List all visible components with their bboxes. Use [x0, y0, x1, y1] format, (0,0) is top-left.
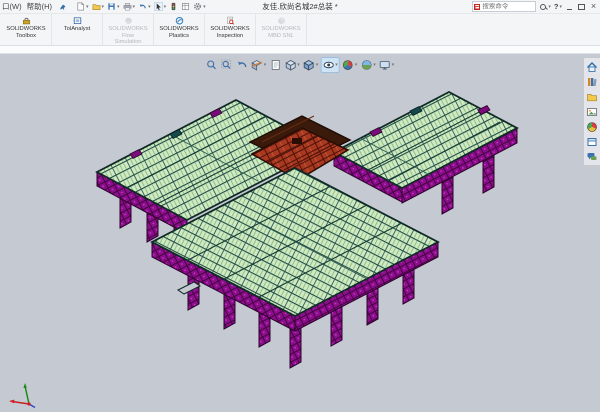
print-button[interactable]: ▾: [122, 1, 137, 12]
hide-show-items-button[interactable]: ▾: [320, 57, 340, 73]
search-icon: [539, 3, 547, 11]
zoom-to-fit-button[interactable]: [205, 58, 219, 72]
display-style-button[interactable]: ▾: [302, 58, 320, 72]
title-bar: 口(W) 帮助(H) ▾ ▾ ▾ ▾ ▾ ▾: [0, 0, 600, 14]
button-label: [256, 39, 306, 45]
restore-icon: [578, 4, 585, 10]
select-button[interactable]: ▾: [153, 1, 168, 12]
help-label: ?: [554, 2, 559, 11]
titlebar-right: ▾ ?▾ ×: [472, 0, 598, 13]
home-tab[interactable]: [586, 60, 599, 73]
edit-appearance-button[interactable]: ▾: [341, 58, 359, 72]
flow-simulation-icon: [122, 16, 135, 25]
design-library-tab[interactable]: [586, 75, 599, 88]
solidworks-flow-simulation-button[interactable]: SOLIDWORKS Flow Simulation: [103, 14, 154, 45]
search-input[interactable]: [482, 3, 528, 10]
minimize-icon: [567, 4, 572, 10]
mbd-snl-icon: [275, 16, 288, 25]
options-button[interactable]: ▾: [192, 1, 207, 12]
quick-access-toolbar: ▾ ▾ ▾ ▾ ▾ ▾ ▾: [75, 1, 207, 12]
new-document-button[interactable]: ▾: [75, 1, 90, 12]
origin-triad: [5, 380, 39, 410]
open-document-button[interactable]: ▾: [91, 1, 106, 12]
button-label: [1, 39, 51, 45]
file-explorer-tab[interactable]: [586, 90, 599, 103]
tolanalyst-icon: [71, 16, 84, 25]
pushpin-icon[interactable]: [59, 3, 67, 11]
button-label: [52, 39, 102, 45]
tolanalyst-button[interactable]: TolAnalyst: [52, 14, 103, 45]
rebuild-button[interactable]: [168, 1, 179, 12]
solidworks-plastics-button[interactable]: SOLIDWORKS Plastics: [154, 14, 205, 45]
solidworks-toolbox-button[interactable]: SOLIDWORKS Toolbox: [1, 14, 52, 45]
assembly-model-3d[interactable]: [0, 54, 600, 412]
model-right-wing[interactable]: [334, 92, 517, 214]
command-search[interactable]: [472, 1, 536, 12]
file-properties-button[interactable]: [180, 1, 191, 12]
menu-help[interactable]: 帮助(H): [27, 1, 52, 12]
task-pane-strip: [583, 57, 600, 166]
menu-bar: 口(W) 帮助(H): [0, 1, 67, 12]
apply-scene-button[interactable]: ▾: [359, 58, 377, 72]
heads-up-view-toolbar: ▾ ▾ ▾ ▾ ▾ ▾ ▾: [203, 56, 398, 74]
previous-view-button[interactable]: [235, 58, 249, 72]
commandmanager-tab-strip: [0, 46, 600, 54]
solidworks-mbd-snl-button[interactable]: SOLIDWORKS MBD SNL: [256, 14, 307, 45]
graphics-viewport[interactable]: ▾ ▾ ▾ ▾ ▾ ▾ ▾: [0, 54, 600, 412]
forum-tab[interactable]: [586, 150, 599, 163]
inspection-icon: [224, 16, 237, 25]
restore-button[interactable]: [577, 2, 586, 11]
section-view-button[interactable]: ▾: [250, 58, 268, 72]
annotations-button[interactable]: [268, 58, 282, 72]
zoom-to-area-button[interactable]: [220, 58, 234, 72]
appearances-tab[interactable]: [586, 120, 599, 133]
save-button[interactable]: ▾: [106, 1, 121, 12]
button-label: [205, 39, 255, 45]
button-label: Simulation: [103, 39, 153, 45]
plastics-icon: [173, 16, 186, 25]
button-label: [154, 39, 204, 45]
minimize-button[interactable]: [565, 2, 574, 11]
search-button[interactable]: ▾: [539, 3, 551, 11]
close-icon: ×: [591, 2, 596, 11]
view-settings-button[interactable]: ▾: [378, 58, 396, 72]
help-button[interactable]: ?▾: [554, 2, 562, 11]
undo-button[interactable]: ▾: [137, 1, 152, 12]
document-title: 友佳.欣尚名城2#总装 *: [262, 1, 337, 12]
toolbox-icon: [20, 16, 33, 25]
custom-properties-tab[interactable]: [586, 135, 599, 148]
solidworks-logo-icon: [474, 4, 480, 10]
menu-window[interactable]: 口(W): [2, 1, 22, 12]
commandmanager-ribbon: SOLIDWORKS Toolbox TolAnalyst SOLIDWORKS…: [0, 14, 600, 46]
solidworks-inspection-button[interactable]: SOLIDWORKS Inspection: [205, 14, 256, 45]
solidworks-window: 口(W) 帮助(H) ▾ ▾ ▾ ▾ ▾ ▾: [0, 0, 600, 412]
view-orientation-button[interactable]: ▾: [283, 58, 301, 72]
close-button[interactable]: ×: [589, 2, 598, 11]
view-palette-tab[interactable]: [586, 105, 599, 118]
